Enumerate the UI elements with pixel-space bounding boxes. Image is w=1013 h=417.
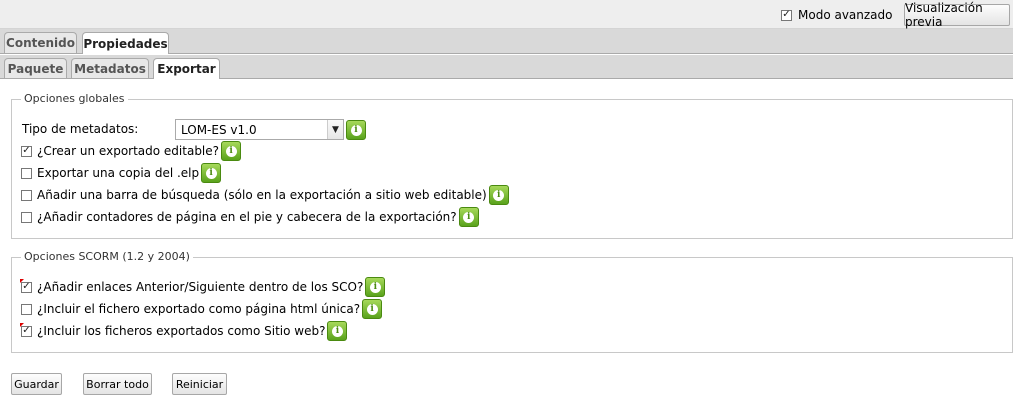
- option-label: ¿Incluir el fichero exportado como págin…: [37, 302, 361, 316]
- info-icon[interactable]: i: [327, 321, 348, 341]
- info-icon[interactable]: i: [458, 207, 479, 227]
- tab-contenido[interactable]: Contenido: [4, 32, 77, 53]
- option-label: ¿Crear un exportado editable?: [37, 144, 220, 158]
- clear-all-button[interactable]: Borrar todo: [83, 373, 152, 395]
- chevron-down-icon[interactable]: ▼: [327, 120, 343, 139]
- option-label: ¿Incluir los ficheros exportados como Si…: [37, 324, 326, 338]
- changed-flag-icon: [20, 322, 24, 327]
- metadata-type-value: LOM-ES v1.0: [181, 122, 257, 137]
- search-bar-checkbox[interactable]: [21, 189, 32, 201]
- export-elp-checkbox[interactable]: [21, 167, 32, 179]
- tab-metadatos[interactable]: Metadatos: [71, 58, 149, 78]
- tab-exportar[interactable]: Exportar: [153, 58, 220, 79]
- metadata-type-label: Tipo de metadatos:: [22, 122, 139, 136]
- option-label: ¿Añadir contadores de página en el pie y…: [37, 210, 457, 224]
- advanced-mode-label: Modo avanzado: [798, 8, 893, 22]
- info-icon[interactable]: i: [488, 185, 509, 205]
- metadata-type-row: Tipo de metadatos:: [22, 122, 138, 136]
- info-icon[interactable]: i: [346, 120, 366, 140]
- option-website-files[interactable]: ✓ ¿Incluir los ficheros exportados como …: [20, 321, 348, 341]
- sub-tab-bar: Paquete Metadatos Exportar: [0, 55, 1013, 79]
- save-button[interactable]: Guardar: [11, 373, 62, 395]
- tab-paquete[interactable]: Paquete: [4, 58, 67, 78]
- option-sco-nav-links[interactable]: ✓ ¿Añadir enlaces Anterior/Siguiente den…: [20, 277, 386, 297]
- advanced-mode-checkbox[interactable]: ✓: [781, 9, 792, 21]
- option-export-elp[interactable]: Exportar una copia del .elp i: [21, 163, 222, 183]
- single-html-checkbox[interactable]: [21, 303, 32, 315]
- advanced-mode-toggle[interactable]: ✓ Modo avanzado: [781, 8, 893, 22]
- main-tab-bar: Contenido Propiedades: [0, 29, 1013, 54]
- option-label: Añadir una barra de búsqueda (sólo en la…: [37, 188, 487, 202]
- option-search-bar[interactable]: Añadir una barra de búsqueda (sólo en la…: [21, 185, 509, 205]
- info-icon[interactable]: i: [201, 163, 222, 183]
- option-editable-export[interactable]: ✓ ¿Crear un exportado editable? i: [21, 141, 242, 161]
- option-single-html[interactable]: ¿Incluir el fichero exportado como págin…: [21, 299, 383, 319]
- reset-button[interactable]: Reiniciar: [172, 373, 227, 395]
- option-label: ¿Añadir enlaces Anterior/Siguiente dentr…: [37, 280, 364, 294]
- option-label: Exportar una copia del .elp: [37, 166, 200, 180]
- website-files-checkbox[interactable]: ✓: [20, 322, 32, 337]
- tab-propiedades[interactable]: Propiedades: [82, 32, 169, 54]
- editable-export-checkbox[interactable]: ✓: [21, 145, 32, 157]
- option-page-counters[interactable]: ¿Añadir contadores de página en el pie y…: [21, 207, 479, 227]
- metadata-type-select[interactable]: LOM-ES v1.0 ▼: [175, 119, 344, 140]
- info-icon[interactable]: i: [362, 299, 383, 319]
- scorm-options-legend: Opciones SCORM (1.2 y 2004): [21, 250, 193, 263]
- top-toolbar: ✓ Modo avanzado Visualización previa: [0, 0, 1013, 29]
- changed-flag-icon: [20, 278, 24, 283]
- page-counters-checkbox[interactable]: [21, 211, 32, 223]
- global-options-legend: Opciones globales: [21, 92, 128, 105]
- preview-button[interactable]: Visualización previa: [904, 1, 1010, 29]
- sco-nav-links-checkbox[interactable]: ✓: [20, 278, 32, 293]
- info-icon[interactable]: i: [365, 277, 386, 297]
- info-icon[interactable]: i: [221, 141, 242, 161]
